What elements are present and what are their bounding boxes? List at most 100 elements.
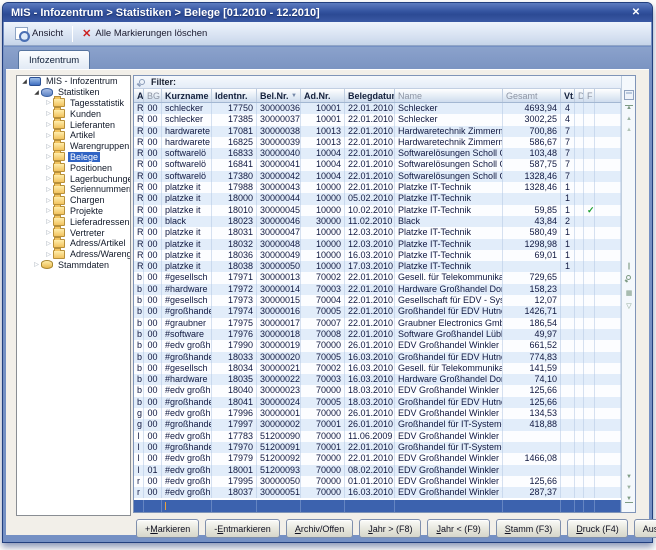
tree-collapsed-icon[interactable]: ▷: [44, 153, 53, 160]
append-cell[interactable]: [395, 500, 503, 512]
scroll-top-icon[interactable]: ▲: [622, 105, 636, 111]
table-row[interactable]: b00#edv großh18040300000237000018.03.201…: [134, 385, 623, 396]
tree-collapsed-icon[interactable]: ▷: [44, 197, 53, 204]
table-row[interactable]: b00#edv großh17990300000197000026.01.201…: [134, 340, 623, 351]
table-row[interactable]: R00softwarelö17380300000421000422.01.201…: [134, 171, 623, 182]
tree-expanded-icon[interactable]: ◢: [32, 89, 41, 96]
tree-item-lieferanten[interactable]: ▷Lieferanten: [17, 119, 130, 130]
append-cell[interactable]: [575, 500, 584, 512]
tree-collapsed-icon[interactable]: ▷: [44, 218, 53, 225]
close-icon[interactable]: ✕: [628, 7, 644, 18]
table-row[interactable]: R00black18023300000463000011.02.2010 /Do…: [134, 216, 623, 227]
tree-collapsed-icon[interactable]: ▷: [44, 175, 53, 182]
bookmark-icon[interactable]: ▦: [622, 289, 636, 297]
tree-item-tagesstatistik[interactable]: ▷Tagesstatistik: [17, 98, 130, 109]
tree-item-lieferadressen[interactable]: ▷Lieferadressen: [17, 216, 130, 227]
table-row[interactable]: R00schlecker17385300000371000122.01.2010…: [134, 114, 623, 125]
entmarkieren-button[interactable]: - Entmarkieren: [205, 519, 280, 538]
column-header-bg[interactable]: BG: [144, 89, 162, 102]
tree-collapsed-icon[interactable]: ▷: [44, 121, 53, 128]
column-header-gesamt[interactable]: Gesamt: [503, 89, 561, 102]
tree-collapsed-icon[interactable]: ▷: [44, 164, 53, 171]
tree-item-chargen[interactable]: ▷Chargen: [17, 195, 130, 206]
table-row[interactable]: R00platzke it17988300000431000022.01.201…: [134, 182, 623, 193]
tree-item-adress-artikel[interactable]: ▷Adress/Artikel: [17, 238, 130, 249]
table-row[interactable]: R00platzke it18031300000471000012.03.201…: [134, 227, 623, 238]
table-row[interactable]: b00#software17976300000187000822.01.2010…: [134, 329, 623, 340]
append-cell[interactable]: [345, 500, 395, 512]
append-cell[interactable]: [212, 500, 257, 512]
table-row[interactable]: b00#gesellsch17973300000157000422.01.201…: [134, 295, 623, 306]
table-row[interactable]: R00schlecker17750300000361000122.01.2010…: [134, 103, 623, 114]
row-up-icon[interactable]: ▲: [622, 127, 636, 133]
tree-item-positionen[interactable]: ▷Positionen: [17, 162, 130, 173]
jahr-next-button[interactable]: Jahr > (F8): [359, 519, 421, 538]
tree-item-statistiken[interactable]: ◢Statistiken: [17, 87, 130, 98]
table-row[interactable]: b00#großhande17974300000167000522.01.201…: [134, 306, 623, 317]
tree-item-stammdaten[interactable]: ▷Stammdaten: [17, 260, 130, 271]
table-row[interactable]: R00platzke it18038300000501000017.03.201…: [134, 261, 623, 272]
tree-collapsed-icon[interactable]: ▷: [44, 110, 53, 117]
append-cell[interactable]: [144, 500, 162, 512]
table-row[interactable]: R00platzke it18036300000491000016.03.201…: [134, 250, 623, 261]
append-cell[interactable]: [301, 500, 345, 512]
tree-item-projekte[interactable]: ▷Projekte: [17, 206, 130, 217]
table-row[interactable]: R00platzke it18010300000451000010.02.201…: [134, 205, 623, 216]
append-cell[interactable]: [162, 500, 212, 512]
tree-collapsed-icon[interactable]: ▷: [44, 240, 53, 247]
append-cell[interactable]: [257, 500, 301, 512]
table-row[interactable]: b00#großhande18041300000247000518.03.201…: [134, 397, 623, 408]
markieren-button[interactable]: + Markieren: [136, 519, 199, 538]
tree-item-kunden[interactable]: ▷Kunden: [17, 108, 130, 119]
append-cell[interactable]: [503, 500, 561, 512]
append-row[interactable]: [134, 500, 623, 512]
table-row[interactable]: b00#gesellsch18034300000217000216.03.201…: [134, 363, 623, 374]
table-row[interactable]: r00#edv großh18037300000517000016.03.201…: [134, 487, 623, 498]
page-down-icon[interactable]: ▼: [622, 485, 636, 491]
table-row[interactable]: R00softwarelö16841300000411000422.01.201…: [134, 159, 623, 170]
druck-button[interactable]: Druck (F4): [567, 519, 628, 538]
tree-collapsed-icon[interactable]: ▷: [44, 186, 53, 193]
tree-item-vertreter[interactable]: ▷Vertreter: [17, 227, 130, 238]
tree-item-adress-warengruppen[interactable]: ▷Adress/Warengruppen: [17, 249, 130, 260]
column-header-belegdatum[interactable]: Belegdatum: [345, 89, 395, 102]
filter-funnel-icon[interactable]: ▽: [622, 302, 636, 310]
table-row[interactable]: g00#großhande17997300000027000126.01.201…: [134, 419, 623, 430]
tree-collapsed-icon[interactable]: ▷: [44, 251, 53, 258]
append-cell[interactable]: [561, 500, 575, 512]
table-row[interactable]: b00#hardware17972300000147000322.01.2010…: [134, 284, 623, 295]
table-row[interactable]: g00#edv großh17996300000017000026.01.201…: [134, 408, 623, 419]
tree-item-lagerbuchungen[interactable]: ▷Lagerbuchungen: [17, 173, 130, 184]
archiv-offen-button[interactable]: Archiv/Offen: [286, 519, 353, 538]
tree-expanded-icon[interactable]: ◢: [20, 78, 29, 85]
auswertung-button[interactable]: Auswertung: [634, 519, 656, 538]
table-row[interactable]: r00#edv großh17995300000507000001.01.201…: [134, 476, 623, 487]
filter-row[interactable]: Filter:: [134, 76, 635, 89]
column-header-adnr[interactable]: Ad.Nr.: [301, 89, 345, 102]
column-header-vt[interactable]: Vt.: [561, 89, 575, 102]
page-up-icon[interactable]: ▲: [622, 116, 636, 122]
table-row[interactable]: b00#gesellsch17971300000137000222.01.201…: [134, 272, 623, 283]
ansicht-button[interactable]: Ansicht: [10, 25, 68, 42]
column-header-belnr[interactable]: Bel.Nr.▼: [257, 89, 301, 102]
tree-collapsed-icon[interactable]: ▷: [44, 143, 53, 150]
row-down-icon[interactable]: ▼: [622, 474, 636, 480]
append-cell[interactable]: [134, 500, 144, 512]
tree-item-seriennummern[interactable]: ▷Seriennummern: [17, 184, 130, 195]
table-row[interactable]: l00#großhande17970512000917000122.01.201…: [134, 442, 623, 453]
table-row[interactable]: R00softwarelö16833300000401000422.01.201…: [134, 148, 623, 159]
column-header-identnr[interactable]: Identnr.: [212, 89, 257, 102]
tab-infozentrum[interactable]: Infozentrum: [18, 50, 90, 69]
column-header-d[interactable]: D: [575, 89, 584, 102]
table-row[interactable]: b00#großhande18033300000207000516.03.201…: [134, 352, 623, 363]
column-header-a[interactable]: A: [134, 89, 144, 102]
column-header-kurzname[interactable]: Kurzname: [162, 89, 212, 102]
stamm-button[interactable]: Stamm (F3): [496, 519, 562, 538]
table-row[interactable]: l00#edv großh17979512000927000022.01.201…: [134, 453, 623, 464]
table-row[interactable]: R00platzke it18000300000441000005.02.201…: [134, 193, 623, 204]
tree-collapsed-icon[interactable]: ▷: [44, 207, 53, 214]
table-row[interactable]: l00#edv großh17783512000907000011.06.200…: [134, 431, 623, 442]
search-icon[interactable]: [626, 275, 631, 280]
clear-marks-button[interactable]: ✕ Alle Markierungen löschen: [77, 25, 212, 42]
table-row[interactable]: R00hardwarete16825300000391001322.01.201…: [134, 137, 623, 148]
